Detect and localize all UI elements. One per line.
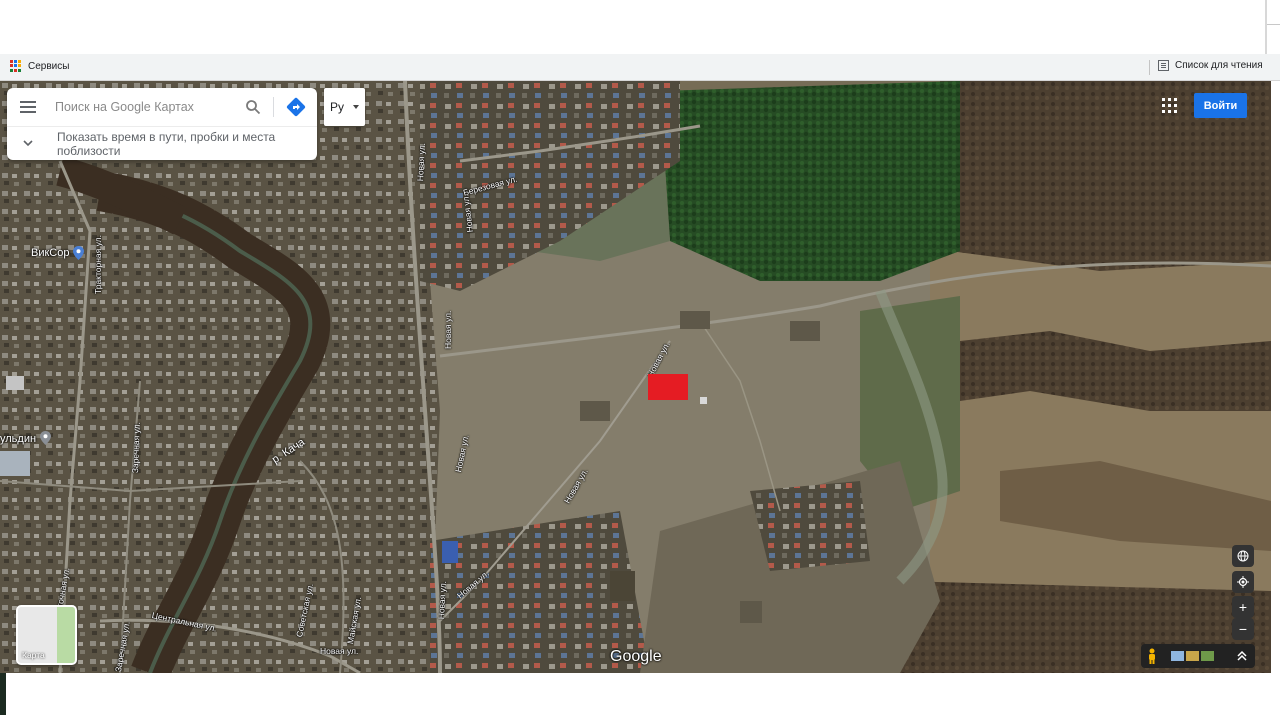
map-layer-toggle[interactable]: Карта bbox=[16, 605, 77, 665]
zoom-out-button[interactable]: − bbox=[1232, 618, 1254, 640]
window-edge bbox=[1265, 0, 1267, 54]
globe-button[interactable] bbox=[1232, 545, 1254, 567]
satellite-map[interactable]: Показать время в пути, пробки и места по… bbox=[0, 81, 1271, 673]
my-location-icon bbox=[1237, 576, 1249, 588]
caret-down-icon bbox=[353, 105, 359, 109]
plot-marker[interactable] bbox=[648, 374, 688, 400]
left-edge-strip bbox=[0, 673, 6, 715]
bookmarks-bar: Сервисы Список для чтения bbox=[0, 54, 1280, 81]
search-row bbox=[7, 88, 317, 126]
bookmarks-apps-label: Сервисы bbox=[28, 60, 70, 72]
window-edge-line bbox=[1267, 24, 1280, 25]
browser-top-area bbox=[0, 0, 1280, 54]
street-label: Новая ул. bbox=[415, 142, 427, 182]
magnifier-icon[interactable] bbox=[245, 99, 261, 115]
reading-list-label: Список для чтения bbox=[1175, 60, 1263, 71]
language-select-value: Ру bbox=[330, 100, 345, 114]
reading-list-button[interactable]: Список для чтения bbox=[1158, 60, 1263, 71]
travel-times-text: Показать время в пути, пробки и места по… bbox=[57, 130, 276, 158]
street-label: Новая ул. bbox=[320, 646, 359, 656]
search-input[interactable] bbox=[55, 96, 235, 118]
search-panel: Показать время в пути, пробки и места по… bbox=[7, 88, 317, 160]
place-label-kuldin[interactable]: ульдин bbox=[0, 433, 36, 445]
hamburger-menu-icon[interactable] bbox=[20, 101, 36, 113]
right-blank-strip bbox=[1271, 81, 1280, 673]
apps-grid-icon[interactable] bbox=[1162, 98, 1177, 113]
layer-toggle-label: Карта bbox=[22, 650, 45, 660]
expand-up-icon[interactable] bbox=[1236, 649, 1248, 663]
reading-list-icon bbox=[1158, 60, 1169, 71]
chevron-down-icon bbox=[23, 140, 33, 147]
bottom-blank-strip bbox=[0, 673, 1280, 715]
street-label: Заречная ул. bbox=[130, 421, 142, 474]
search-divider bbox=[273, 97, 274, 117]
satellite-imagery bbox=[0, 81, 1271, 673]
imagery-bar bbox=[1141, 644, 1255, 668]
my-location-button[interactable] bbox=[1232, 571, 1254, 593]
pegman-icon[interactable] bbox=[1147, 648, 1157, 664]
directions-icon[interactable] bbox=[286, 97, 306, 117]
bookmarks-apps-button[interactable]: Сервисы bbox=[10, 60, 69, 72]
bookmarks-separator bbox=[1149, 60, 1150, 75]
zoom-in-button[interactable]: + bbox=[1232, 596, 1254, 618]
globe-icon bbox=[1237, 550, 1249, 562]
apps-grid-icon bbox=[10, 60, 22, 72]
street-label: Новая ул. bbox=[443, 310, 453, 349]
place-label-vikcor[interactable]: ВикСор bbox=[31, 247, 69, 259]
google-logo: Google bbox=[610, 648, 662, 665]
signin-button[interactable]: Войти bbox=[1194, 93, 1247, 118]
poi-pin-icon[interactable] bbox=[73, 246, 84, 260]
language-select[interactable]: Ру bbox=[324, 88, 365, 126]
street-label: Новая ул. bbox=[436, 580, 448, 620]
layer-thumbnail bbox=[57, 607, 75, 663]
imagery-thumbnails[interactable] bbox=[1171, 651, 1214, 661]
travel-times-row[interactable]: Показать время в пути, пробки и места по… bbox=[7, 127, 317, 160]
street-label: Тракторная ул. bbox=[93, 234, 103, 294]
poi-pin-icon[interactable] bbox=[40, 431, 51, 445]
